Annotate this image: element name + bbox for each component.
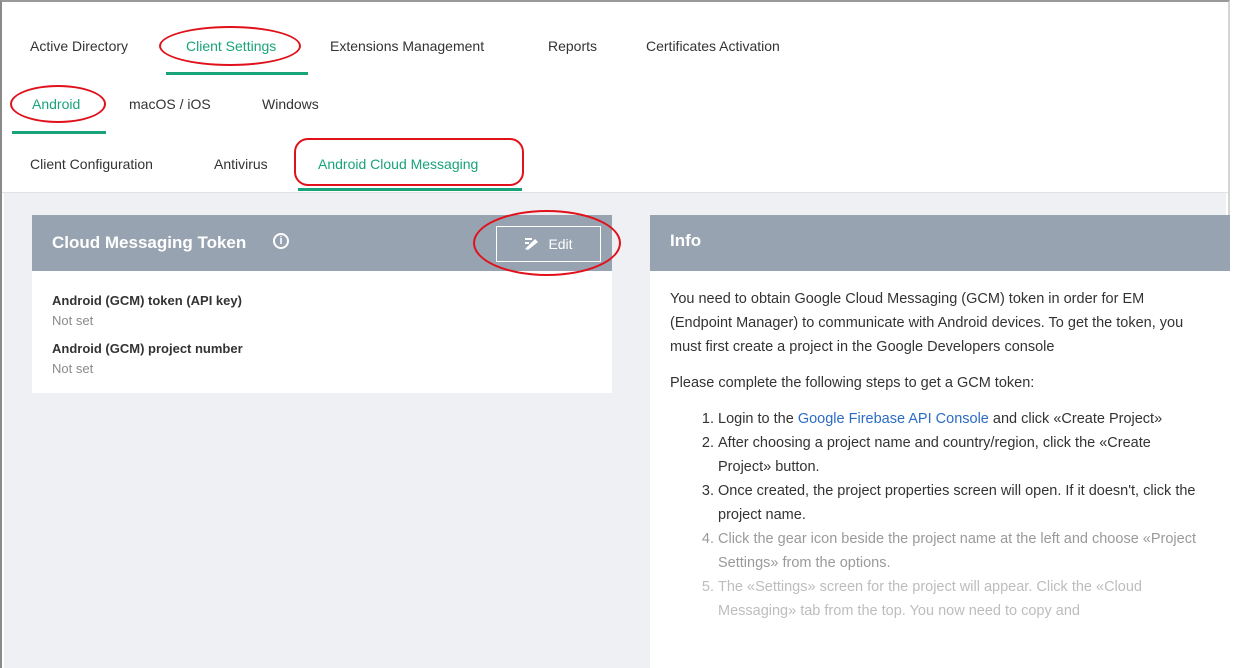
info-card-title: Info xyxy=(670,231,702,250)
info-intro: You need to obtain Google Cloud Messagin… xyxy=(670,291,1184,355)
info-icon[interactable]: i xyxy=(273,233,289,249)
tab-extensions-management[interactable]: Extensions Management xyxy=(330,38,484,54)
tab-android[interactable]: Android xyxy=(32,96,80,112)
tab-macos-ios[interactable]: macOS / iOS xyxy=(129,96,211,112)
tab-windows[interactable]: Windows xyxy=(262,96,319,112)
firebase-console-link[interactable]: Google Firebase API Console xyxy=(798,411,989,427)
app-window: Active Directory Client Settings Extensi… xyxy=(0,0,1230,668)
main-tab-bar: Active Directory Client Settings Extensi… xyxy=(2,2,1228,76)
gcm-project-number-value: Not set xyxy=(52,361,94,376)
tab-android-cloud-messaging[interactable]: Android Cloud Messaging xyxy=(318,156,478,172)
step-item: Once created, the project properties scr… xyxy=(718,479,1200,527)
tab-antivirus[interactable]: Antivirus xyxy=(214,156,268,172)
active-subtab-indicator xyxy=(298,188,522,191)
token-card-header: Cloud Messaging Token i Edit xyxy=(32,215,612,271)
step-item: The «Settings» screen for the project wi… xyxy=(718,575,1200,623)
edit-button-label: Edit xyxy=(548,236,573,252)
gcm-token-label: Android (GCM) token (API key) xyxy=(52,293,242,308)
active-tab-indicator xyxy=(166,72,308,75)
info-card-header: Info xyxy=(650,215,1230,271)
pencil-icon xyxy=(525,238,539,250)
step-item: After choosing a project name and countr… xyxy=(718,431,1200,479)
content-area: Cloud Messaging Token i Edit Android (GC… xyxy=(4,193,1230,668)
tab-client-settings[interactable]: Client Settings xyxy=(186,38,276,54)
info-card-body: You need to obtain Google Cloud Messagin… xyxy=(670,287,1200,623)
gcm-token-value: Not set xyxy=(52,313,94,328)
info-steps-intro: Please complete the following steps to g… xyxy=(670,375,1035,391)
step-item: Click the gear icon beside the project n… xyxy=(718,527,1200,575)
tab-certificates-activation[interactable]: Certificates Activation xyxy=(646,38,780,54)
step-item: Login to the Google Firebase API Console… xyxy=(718,407,1200,431)
android-tab-bar: Client Configuration Antivirus Android C… xyxy=(2,134,1228,193)
gcm-project-number-label: Android (GCM) project number xyxy=(52,341,243,356)
gcm-token-field: Android (GCM) token (API key) Not set xyxy=(52,293,242,328)
tab-reports[interactable]: Reports xyxy=(548,38,597,54)
info-card: Info You need to obtain Google Cloud Mes… xyxy=(650,215,1230,668)
edit-button[interactable]: Edit xyxy=(496,226,601,262)
token-card: Cloud Messaging Token i Edit Android (GC… xyxy=(32,215,612,393)
tab-client-configuration[interactable]: Client Configuration xyxy=(30,156,153,172)
token-card-title: Cloud Messaging Token xyxy=(52,233,247,252)
gcm-project-number-field: Android (GCM) project number Not set xyxy=(52,341,243,376)
steps-list: Login to the Google Firebase API Console… xyxy=(670,407,1200,623)
tab-active-directory[interactable]: Active Directory xyxy=(30,38,128,54)
os-tab-bar: Android macOS / iOS Windows xyxy=(2,76,1228,134)
